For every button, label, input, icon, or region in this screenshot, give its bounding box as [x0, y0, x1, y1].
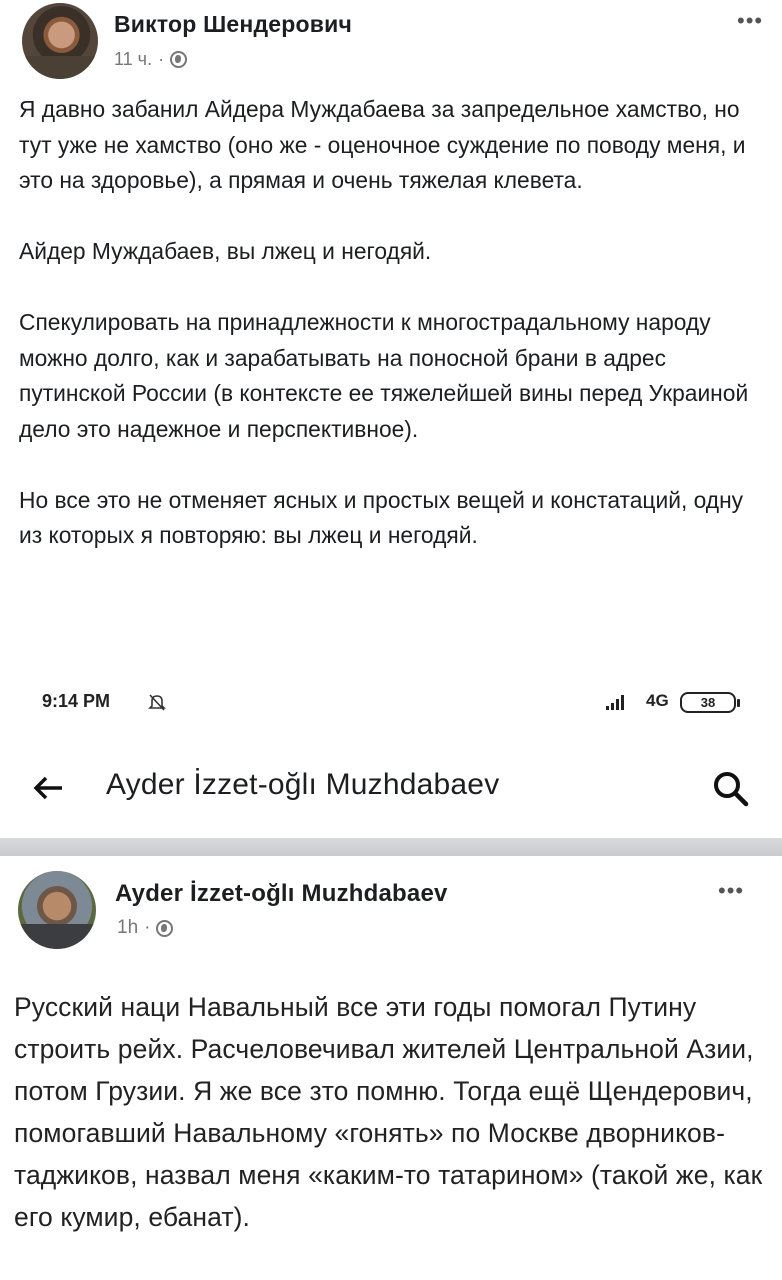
post-meta: 11 ч. · [114, 49, 188, 70]
bell-off-icon [148, 694, 166, 711]
quoted-post-meta: 1h · [117, 917, 174, 939]
embedded-screenshot: 9:14 PM 4G 38 Ayder İzzet-oğlı Muzhdabae… [0, 664, 782, 1280]
author-avatar[interactable] [22, 3, 98, 79]
status-bar: 9:14 PM 4G 38 [0, 664, 782, 734]
arrow-left-icon[interactable] [32, 774, 64, 802]
search-header: Ayder İzzet-oğlı Muzhdabaev [0, 752, 782, 830]
search-icon[interactable] [712, 770, 750, 808]
quoted-post-timestamp[interactable]: 1h [117, 917, 138, 939]
quoted-more-options-button[interactable]: ••• [718, 880, 744, 902]
signal-icon [606, 694, 624, 710]
section-divider [0, 838, 782, 856]
status-time: 9:14 PM [42, 691, 111, 711]
meta-separator: · [158, 49, 165, 69]
quoted-author-avatar[interactable] [18, 871, 96, 949]
post-paragraph: Но все это не отменяет ясных и простых в… [19, 486, 744, 549]
quoted-post: Ayder İzzet-oğlı Muzhdabaev 1h · ••• Рус… [0, 856, 782, 1280]
post-paragraph: Я давно забанил Айдера Муждабаева за зап… [19, 96, 746, 193]
post-timestamp[interactable]: 11 ч. [114, 49, 152, 70]
battery-icon: 38 [680, 692, 740, 713]
quoted-post-text: Русский наци Навальный все эти годы помо… [14, 992, 763, 1232]
globe-icon [156, 919, 174, 937]
meta-separator: · [144, 917, 151, 938]
network-type: 4G [646, 691, 669, 710]
more-options-button[interactable]: ••• [737, 10, 763, 32]
post-paragraph: Айдер Муждабаев, вы лжец и негодяй. [19, 238, 432, 264]
quoted-author-name[interactable]: Ayder İzzet-oğlı Muzhdabaev [115, 880, 448, 908]
post-card: Виктор Шендерович 11 ч. · ••• Я давно за… [0, 0, 782, 664]
search-query-title[interactable]: Ayder İzzet-oğlı Muzhdabaev [106, 768, 499, 802]
post-body: Я давно забанил Айдера Муждабаева за зап… [19, 92, 767, 554]
quoted-post-body: Русский наци Навальный все эти годы помо… [14, 986, 776, 1238]
post-author-name[interactable]: Виктор Шендерович [114, 11, 352, 38]
post-paragraph: Спекулировать на принадлежности к многос… [19, 309, 749, 442]
globe-icon [170, 51, 188, 68]
